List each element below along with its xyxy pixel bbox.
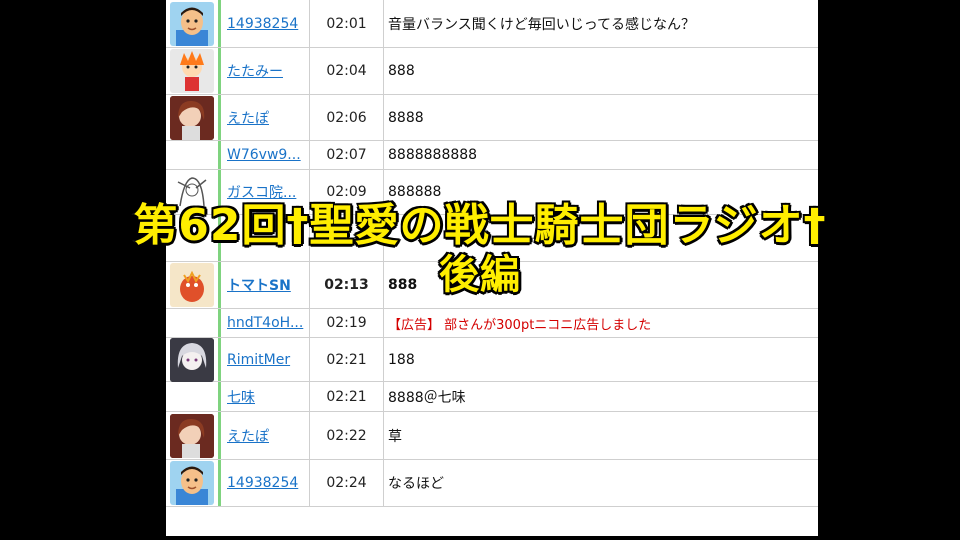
comment-list-panel: 14938254 02:01 音量バランス聞くけど毎回いじってる感じなん？ たたみー 0…	[166, 0, 818, 536]
sketch-character-avatar	[170, 170, 214, 214]
username-link[interactable]: 七味	[227, 387, 255, 407]
comment-text: 草	[388, 428, 402, 445]
username-cell: hndT4oH...	[218, 309, 310, 337]
comment-time: 02:07	[310, 141, 384, 169]
comment-row: 14938254 02:01 音量バランス聞くけど毎回いじってる感じなん？	[166, 0, 818, 48]
username-cell: 七味	[218, 382, 310, 411]
comment-text: 188	[388, 351, 415, 368]
comment-time: 02:19	[310, 309, 384, 337]
username-cell: ガスコ院...	[218, 170, 310, 214]
comment-time: 02:21	[310, 382, 384, 411]
comment-row: RimitMer 02:21 188	[166, 337, 818, 382]
comment-time: 02:04	[310, 48, 384, 94]
comment-text: 8888	[388, 109, 424, 126]
username-link[interactable]: ガスコ院...	[227, 182, 296, 202]
orange-hair-character-avatar	[170, 49, 214, 93]
comment-text: 888	[388, 63, 415, 79]
comment-row: 七味 02:21 8888＠七味	[166, 382, 818, 412]
avatar-cell	[166, 460, 218, 506]
comment-row: W76vw9... 02:07 8888888888	[166, 141, 818, 170]
username-cell: 14938254	[218, 460, 310, 506]
comment-time: 02:13	[310, 262, 384, 308]
comment-row: たたみー 02:04 888	[166, 48, 818, 95]
comment-row: えたぽ 02:06 8888	[166, 95, 818, 141]
username-cell: 14938254	[218, 0, 310, 47]
avatar-cell	[166, 309, 218, 337]
avatar-cell	[166, 262, 218, 308]
username-link[interactable]: 14938254	[227, 475, 298, 491]
silver-hair-character-avatar	[170, 337, 214, 382]
comment-time: 02:22	[310, 412, 384, 459]
comment-time: 02:21	[310, 338, 384, 381]
comment-time: 02:09	[310, 170, 384, 214]
mii-avatar	[170, 1, 214, 46]
comment-text: 8888888888	[388, 147, 478, 163]
avatar-cell	[166, 95, 218, 140]
username-link[interactable]: hndT4oH...	[227, 315, 303, 331]
comment-time: 02:01	[310, 0, 384, 47]
username-cell: えたぽ	[218, 412, 310, 459]
comment-row: ガスコ院... 02:09 888888	[166, 170, 818, 215]
brown-hair-character-avatar	[170, 95, 214, 140]
username-link[interactable]: RimitMer	[227, 352, 290, 368]
comment-time	[310, 215, 384, 261]
avatar-cell	[166, 215, 218, 261]
comment-text: 音量バランス聞くけど毎回いじってる感じなん？	[388, 16, 696, 33]
brown-hair-character-avatar	[170, 413, 214, 458]
comment-text: 888	[388, 277, 418, 293]
comment-text: なるほど	[388, 476, 444, 492]
avatar-cell	[166, 382, 218, 411]
avatar-cell	[166, 141, 218, 169]
username-link[interactable]: えたぽ	[227, 426, 269, 446]
username-link[interactable]: W76vw9...	[227, 147, 301, 163]
comment-row: hndT4oH... 02:19 【広告】 部さんが300ptニコニ広告しました	[166, 309, 818, 338]
username-cell: RimitMer	[218, 338, 310, 381]
avatar-cell	[166, 170, 218, 214]
comment-text	[384, 215, 818, 261]
comment-time: 02:06	[310, 95, 384, 140]
username-link[interactable]: 14938254	[227, 16, 298, 32]
username-link[interactable]: たたみー	[227, 61, 283, 81]
comment-row	[166, 215, 818, 262]
username-cell: W76vw9...	[218, 141, 310, 169]
username-cell: えたぽ	[218, 95, 310, 140]
comment-text: 888888	[388, 184, 442, 200]
avatar-cell	[166, 0, 218, 47]
comment-row: 14938254 02:24 なるほど	[166, 460, 818, 507]
username-cell	[218, 215, 310, 261]
comment-row: トマトSN 02:13 888	[166, 262, 818, 309]
red-creature-avatar	[170, 263, 214, 307]
username-link[interactable]: トマトSN	[227, 275, 291, 295]
comment-text: 8888＠七味	[388, 389, 466, 406]
username-cell: たたみー	[218, 48, 310, 94]
ad-notice-text: 【広告】 部さんが300ptニコニ広告しました	[388, 317, 652, 333]
username-cell: トマトSN	[218, 262, 310, 308]
avatar-cell	[166, 337, 218, 382]
avatar-cell	[166, 48, 218, 94]
comment-row: えたぽ 02:22 草	[166, 412, 818, 460]
comment-time: 02:24	[310, 460, 384, 506]
mii-avatar	[170, 461, 214, 505]
username-link[interactable]: えたぽ	[227, 108, 269, 128]
avatar-cell	[166, 412, 218, 459]
